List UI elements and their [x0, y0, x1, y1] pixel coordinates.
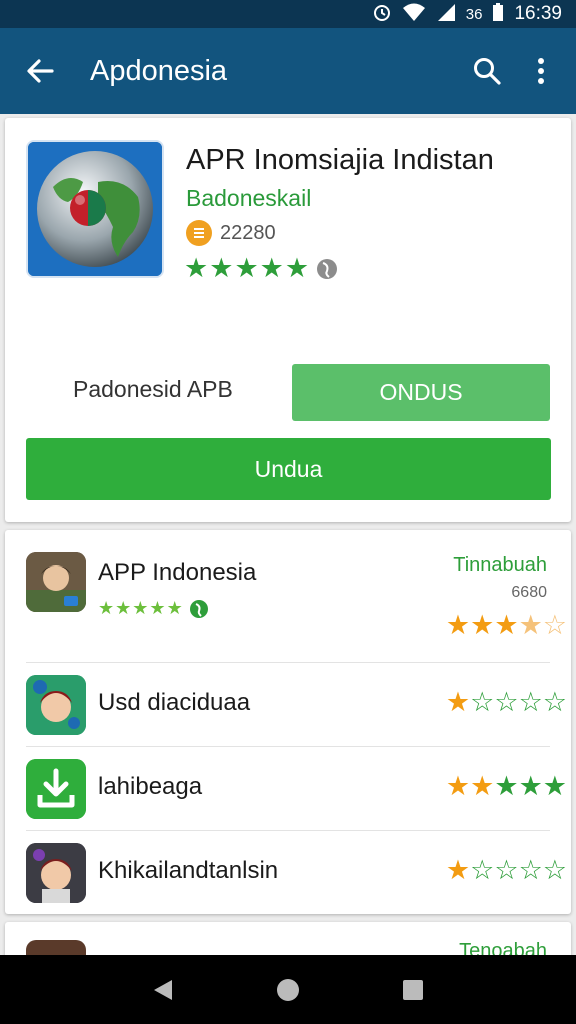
star-outline-icon: ☆	[518, 687, 543, 717]
triangle-back-icon	[153, 979, 172, 1000]
search-icon	[474, 58, 501, 85]
navigation-bar	[0, 955, 576, 1024]
developer-link[interactable]: Badoneskail	[186, 185, 311, 212]
star-half-icon: ★	[542, 771, 567, 801]
star-outline-icon: ☆	[542, 687, 567, 717]
star-icon: ★	[234, 253, 259, 283]
star-outline-icon: ☆	[542, 610, 567, 640]
download-icon	[26, 759, 86, 819]
app-icon-download	[26, 759, 86, 819]
list-item[interactable]: lahibeaga ★ ★ ★ ★ ★	[5, 747, 571, 830]
app-icon-person	[26, 675, 86, 735]
list-item[interactable]: Khikailandtanlsin ★ ☆ ☆ ☆ ☆	[5, 831, 571, 914]
app-icon-globe[interactable]	[26, 140, 164, 278]
star-icon: ★	[445, 771, 471, 801]
related-apps-list: APP Indonesia ★ ★ ★ ★ ★ Tinnabuah 6680 ★…	[5, 530, 571, 914]
star-icon: ★	[445, 687, 471, 717]
star-icon: ★	[259, 253, 284, 283]
list-item[interactable]: APP Indonesia ★ ★ ★ ★ ★ Tinnabuah 6680 ★…	[5, 530, 571, 662]
status-bar: 36 16:39	[0, 0, 576, 28]
overflow-menu-button[interactable]	[514, 28, 568, 114]
star-icon: ★	[494, 771, 519, 801]
list-item-rating: ★ ☆ ☆ ☆ ☆	[446, 857, 567, 884]
arrow-back-icon	[27, 59, 54, 83]
list-item-title: Usd diaciduaa	[98, 689, 251, 716]
nav-recents-button[interactable]	[389, 966, 437, 1014]
list-item[interactable]: Usd diaciduaa ★ ☆ ☆ ☆ ☆	[5, 663, 571, 746]
coin-icon	[186, 220, 212, 246]
star-outline-icon: ☆	[494, 855, 519, 885]
list-item-rating: ★ ★ ★ ★ ★	[446, 773, 567, 800]
list-item-title: Khikailandtanlsin	[98, 857, 279, 884]
list-item-title: lahibeaga	[98, 773, 203, 800]
list-item-count: 6680	[511, 584, 547, 601]
list-item-rating: ★ ☆ ☆ ☆ ☆	[446, 689, 567, 716]
star-outline-icon: ☆	[542, 855, 567, 885]
square-recents-icon	[403, 979, 424, 1000]
star-icon: ★	[98, 598, 115, 618]
star-icon: ★	[184, 253, 209, 283]
app-icon-person	[26, 552, 86, 612]
star-outline-icon: ☆	[518, 855, 543, 885]
star-icon: ★	[470, 610, 495, 640]
list-item-title: APP Indonesia	[98, 559, 257, 586]
nav-home-button[interactable]	[264, 966, 312, 1014]
star-icon: ★	[209, 253, 234, 283]
list-item-rating: ★ ★ ★ ★ ☆	[446, 612, 567, 639]
rating-row: ★ ★ ★ ★ ★	[184, 255, 339, 282]
wifi-icon	[402, 2, 426, 27]
network-label: 36	[465, 5, 483, 23]
star-outline-icon: ☆	[470, 855, 495, 885]
app-icon-person	[26, 843, 86, 903]
star-icon: ★	[470, 771, 495, 801]
download-count: 22280	[220, 221, 276, 244]
nav-back-button[interactable]	[139, 966, 187, 1014]
star-outline-icon: ☆	[494, 687, 519, 717]
list-item-meta: ★ ★ ★ ★ ★	[98, 598, 209, 619]
star-icon: ★	[518, 771, 543, 801]
page-title: Apdonesia	[90, 54, 228, 87]
battery-icon	[492, 2, 504, 27]
star-icon: ★	[445, 610, 471, 640]
globe-icon	[28, 142, 162, 276]
star-outline-icon: ☆	[470, 687, 495, 717]
circle-home-icon	[276, 978, 299, 1001]
download-count-row: 22280	[186, 220, 276, 246]
star-half-icon: ★	[284, 253, 310, 283]
secondary-label: Padonesid APB	[73, 376, 233, 402]
signal-icon	[436, 2, 456, 27]
back-button[interactable]	[0, 28, 80, 114]
star-rating: ★ ★ ★ ★ ★	[184, 255, 309, 282]
install-button[interactable]: Undua	[26, 438, 551, 500]
app-detail-card: APR Inomsiajia Indistan Badoneskail 2228…	[5, 118, 571, 522]
app-bar: Apdonesia	[0, 28, 576, 114]
globe-small-icon	[317, 258, 338, 279]
more-vert-icon	[538, 58, 544, 84]
star-icon: ★	[166, 598, 183, 618]
small-star-rating: ★ ★ ★ ★ ★	[98, 598, 183, 619]
search-button[interactable]	[460, 28, 514, 114]
alarm-icon	[372, 2, 392, 27]
globe-small-icon	[189, 599, 208, 618]
star-icon: ★	[445, 855, 471, 885]
clock: 16:39	[514, 3, 562, 24]
ondus-button[interactable]: ONDUS	[292, 364, 550, 421]
star-icon: ★	[494, 610, 519, 640]
star-icon: ★	[115, 598, 132, 618]
star-icon: ★	[149, 598, 166, 618]
app-title: APR Inomsiajia Indistan	[186, 144, 494, 176]
star-half-icon: ★	[518, 610, 543, 640]
list-item-action[interactable]: Tinnabuah	[453, 554, 547, 577]
star-icon: ★	[132, 598, 149, 618]
